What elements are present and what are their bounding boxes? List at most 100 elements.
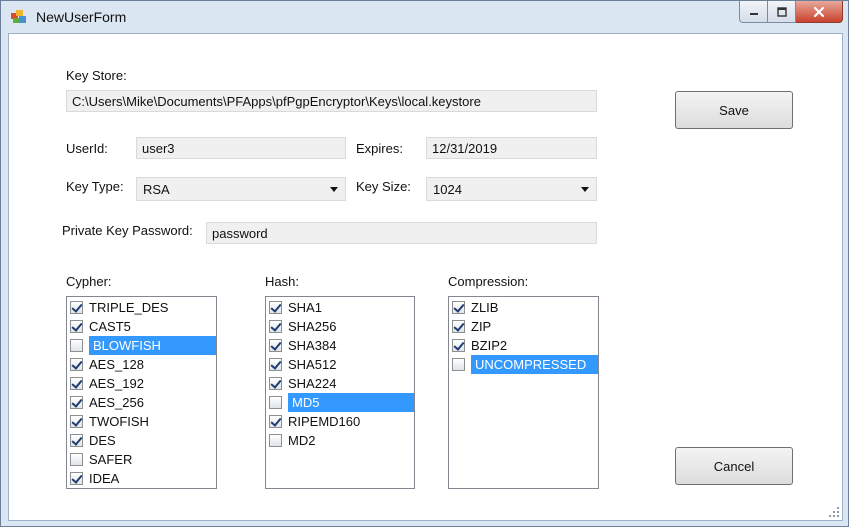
cypher-item-label: AES_256: [89, 395, 144, 410]
cypher-list-item[interactable]: AES_128: [67, 355, 216, 374]
key-store-label: Key Store:: [66, 68, 127, 83]
compression-list-item[interactable]: UNCOMPRESSED: [449, 355, 598, 374]
checked-checkbox-icon[interactable]: [70, 472, 83, 485]
checked-checkbox-icon[interactable]: [452, 339, 465, 352]
hash-label: Hash:: [265, 274, 299, 289]
unchecked-checkbox-icon[interactable]: [70, 453, 83, 466]
cypher-list-item[interactable]: SAFER: [67, 450, 216, 469]
cypher-checklist[interactable]: TRIPLE_DES CAST5 BLOWFISH AES_128 AES_192 AES…: [66, 296, 217, 489]
checked-checkbox-icon[interactable]: [70, 377, 83, 390]
hash-list-item[interactable]: SHA224: [266, 374, 414, 393]
compression-label: Compression:: [448, 274, 529, 289]
key-type-dropdown[interactable]: RSA: [136, 177, 346, 201]
checked-checkbox-icon[interactable]: [269, 301, 282, 314]
chevron-down-icon: [581, 187, 589, 192]
cypher-list-item[interactable]: BLOWFISH: [67, 336, 216, 355]
unchecked-checkbox-icon[interactable]: [269, 396, 282, 409]
compression-list-item[interactable]: BZIP2: [449, 336, 598, 355]
hash-item-label: MD2: [288, 433, 316, 448]
cypher-item-label: AES_128: [89, 357, 144, 372]
key-size-dropdown[interactable]: 1024: [426, 177, 597, 201]
key-type-label: Key Type:: [66, 179, 124, 194]
expires-label: Expires:: [356, 141, 403, 156]
cypher-list-item[interactable]: TWOFISH: [67, 412, 216, 431]
compression-list-item[interactable]: ZIP: [449, 317, 598, 336]
resize-grip-icon[interactable]: [828, 506, 840, 518]
hash-item-label: SHA512: [288, 357, 337, 372]
unchecked-checkbox-icon[interactable]: [70, 339, 83, 352]
unchecked-checkbox-icon[interactable]: [269, 434, 282, 447]
hash-item-label: RIPEMD160: [288, 414, 361, 429]
cypher-item-label: DES: [89, 433, 116, 448]
hash-list-item[interactable]: MD5: [266, 393, 414, 412]
hash-checklist[interactable]: SHA1 SHA256 SHA384 SHA512 SHA224 MD5 RIPEMD160…: [265, 296, 415, 489]
cypher-list-item[interactable]: AES_256: [67, 393, 216, 412]
minimize-button[interactable]: [739, 1, 768, 23]
checked-checkbox-icon[interactable]: [70, 415, 83, 428]
password-label: Private Key Password:: [62, 223, 193, 238]
compression-item-label: BZIP2: [471, 338, 508, 353]
maximize-button[interactable]: [768, 1, 796, 23]
cypher-item-label: IDEA: [89, 471, 120, 486]
checked-checkbox-icon[interactable]: [70, 434, 83, 447]
close-icon: [813, 6, 825, 17]
key-size-value: 1024: [433, 182, 462, 197]
userid-field[interactable]: user3: [136, 137, 346, 159]
cypher-item-label: TWOFISH: [89, 414, 149, 429]
hash-list-item[interactable]: MD2: [266, 431, 414, 450]
hash-item-label: SHA384: [288, 338, 337, 353]
checked-checkbox-icon[interactable]: [70, 396, 83, 409]
minimize-icon: [749, 12, 758, 15]
compression-list-item[interactable]: ZLIB: [449, 298, 598, 317]
userid-label: UserId:: [66, 141, 108, 156]
cypher-list-item[interactable]: CAST5: [67, 317, 216, 336]
compression-item-label: ZLIB: [471, 300, 499, 315]
password-field[interactable]: password: [206, 222, 597, 244]
checked-checkbox-icon[interactable]: [269, 339, 282, 352]
form-client-area: Key Store: C:\Users\Mike\Documents\PFApp…: [8, 33, 843, 521]
key-size-label: Key Size:: [356, 179, 411, 194]
cypher-item-label: AES_192: [89, 376, 144, 391]
title-bar[interactable]: NewUserForm: [1, 1, 848, 33]
hash-item-label: SHA224: [288, 376, 337, 391]
hash-list-item[interactable]: RIPEMD160: [266, 412, 414, 431]
cypher-list-item[interactable]: IDEA: [67, 469, 216, 488]
hash-list-item[interactable]: SHA512: [266, 355, 414, 374]
chevron-down-icon: [330, 187, 338, 192]
cypher-list-item[interactable]: TRIPLE_DES: [67, 298, 216, 317]
cancel-button[interactable]: Cancel: [675, 447, 793, 485]
checked-checkbox-icon[interactable]: [70, 358, 83, 371]
cypher-item-label: SAFER: [89, 452, 133, 467]
app-icon: [11, 10, 26, 23]
checked-checkbox-icon[interactable]: [269, 320, 282, 333]
checked-checkbox-icon[interactable]: [452, 301, 465, 314]
maximize-icon: [776, 6, 787, 17]
cypher-list-item[interactable]: AES_192: [67, 374, 216, 393]
checked-checkbox-icon[interactable]: [70, 320, 83, 333]
checked-checkbox-icon[interactable]: [70, 301, 83, 314]
cypher-item-label: TRIPLE_DES: [89, 300, 169, 315]
compression-item-label: ZIP: [471, 319, 492, 334]
hash-list-item[interactable]: SHA384: [266, 336, 414, 355]
unchecked-checkbox-icon[interactable]: [452, 358, 465, 371]
hash-item-label: SHA256: [288, 319, 337, 334]
cypher-item-label: CAST5: [89, 319, 131, 334]
checked-checkbox-icon[interactable]: [452, 320, 465, 333]
checked-checkbox-icon[interactable]: [269, 415, 282, 428]
expires-field[interactable]: 12/31/2019: [426, 137, 597, 159]
key-store-field[interactable]: C:\Users\Mike\Documents\PFApps\pfPgpEncr…: [66, 90, 597, 112]
cypher-label: Cypher:: [66, 274, 112, 289]
checked-checkbox-icon[interactable]: [269, 377, 282, 390]
hash-list-item[interactable]: SHA1: [266, 298, 414, 317]
new-user-form-window: NewUserForm Key Store: C:\Users\Mike\Doc…: [0, 0, 849, 527]
key-type-value: RSA: [143, 182, 170, 197]
hash-item-label: SHA1: [288, 300, 322, 315]
cypher-item-label: BLOWFISH: [89, 336, 216, 355]
hash-item-label: MD5: [288, 393, 414, 412]
close-button[interactable]: [796, 1, 843, 23]
cypher-list-item[interactable]: DES: [67, 431, 216, 450]
compression-checklist[interactable]: ZLIB ZIP BZIP2 UNCOMPRESSED: [448, 296, 599, 489]
checked-checkbox-icon[interactable]: [269, 358, 282, 371]
save-button[interactable]: Save: [675, 91, 793, 129]
hash-list-item[interactable]: SHA256: [266, 317, 414, 336]
